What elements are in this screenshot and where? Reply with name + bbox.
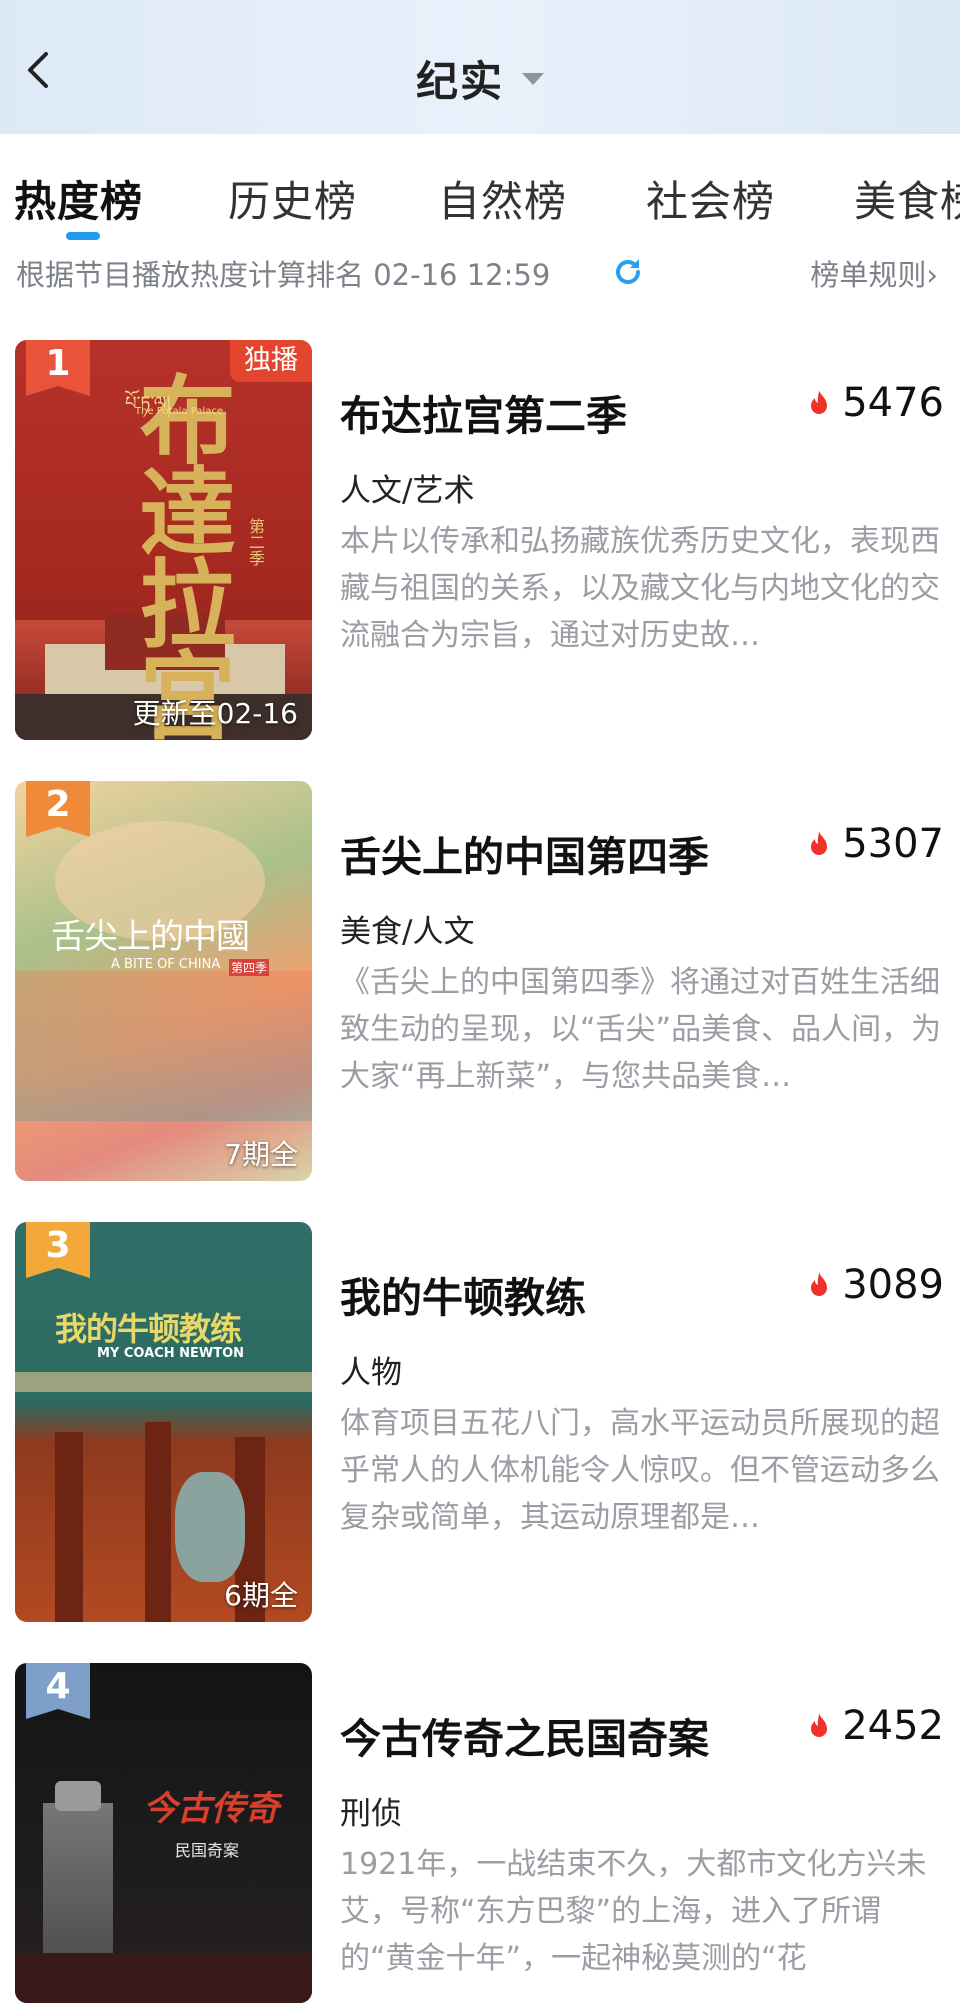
tab-history[interactable]: 历史榜: [228, 168, 357, 229]
item-title[interactable]: 布达拉宫第二季: [340, 382, 627, 442]
refresh-icon: [616, 259, 641, 285]
heat-value: 5307: [842, 821, 944, 867]
rank-number: 1: [45, 343, 71, 384]
ranking-rules-link[interactable]: 榜单规则›: [810, 252, 938, 294]
page-title: 纪实: [415, 57, 504, 106]
poster-season-text: 第二季: [246, 518, 265, 566]
item-description: 《舌尖上的中国第四季》将通过对百姓生活细致生动的呈现，以“舌尖”品美食、品人间，…: [340, 965, 942, 1094]
heat-score: 2452: [806, 1703, 944, 1749]
item-description: 体育项目五花八门，高水平运动员所展现的超乎常人的人体机能令人惊叹。但不管运动多么…: [340, 1406, 940, 1535]
list-item-2[interactable]: 舌尖上的中國 A BITE OF CHINA 第四季 7期全 2 舌尖上的中国第…: [0, 781, 960, 1211]
rank-number: 3: [45, 1225, 71, 1266]
tab-heat[interactable]: 热度榜: [14, 168, 143, 229]
heat-value: 3089: [842, 1262, 944, 1308]
flame-icon: [811, 831, 828, 855]
poster-image[interactable]: 我的牛顿教练 MY COACH NEWTON 6期全: [15, 1222, 312, 1622]
poster-title-art: 舌尖上的中國: [51, 917, 250, 957]
ranking-info-bar: 根据节目播放热度计算排名 02-16 12:59 榜单规则›: [0, 252, 960, 302]
title-selector[interactable]: 纪实: [0, 48, 960, 106]
rank-badge: 2: [26, 781, 90, 837]
poster-image[interactable]: 舌尖上的中國 A BITE OF CHINA 第四季 7期全: [15, 781, 312, 1181]
item-title[interactable]: 今古传奇之民国奇案: [340, 1705, 709, 1765]
flame-icon: [811, 390, 828, 414]
rank-number: 2: [45, 784, 71, 825]
item-genre: 人文/艺术: [340, 473, 475, 509]
heat-score: 5307: [806, 821, 944, 867]
flame-icon: [811, 1713, 828, 1737]
item-genre: 美食/人文: [340, 914, 475, 950]
caret-down-icon: [522, 72, 544, 85]
ranking-note: 根据节目播放热度计算排名 02-16 12:59: [16, 258, 551, 292]
active-tab-indicator: [66, 232, 100, 240]
item-genre: 刑侦: [340, 1796, 402, 1832]
poster-english-text: A BITE OF CHINA: [111, 957, 221, 972]
poster-english-text: The Potala Palace: [135, 406, 223, 417]
item-title[interactable]: 舌尖上的中国第四季: [340, 823, 709, 883]
rank-badge: 1: [26, 340, 90, 396]
heat-score: 5476: [806, 380, 944, 426]
poster-subtitle-text: 民国奇案: [175, 1841, 240, 1860]
rank-number: 4: [45, 1666, 71, 1707]
list-item-1[interactable]: 布達拉宮 པོ་ཏ་ལ། The Potala Palace 第二季 独播 更新…: [0, 340, 960, 770]
rank-badge: 3: [26, 1222, 90, 1278]
tab-food[interactable]: 美食榜: [854, 168, 960, 229]
item-description: 本片以传承和弘扬藏族优秀历史文化，表现西藏与祖国的关系，以及藏文化与内地文化的交…: [340, 524, 940, 653]
list-item-4[interactable]: 今古传奇 民国奇案 4 今古传奇之民国奇案 2452 刑侦 1921年，一战结束…: [0, 1663, 960, 2003]
poster-image[interactable]: 布達拉宮 པོ་ཏ་ལ། The Potala Palace 第二季 独播 更新…: [15, 340, 312, 740]
flame-icon: [811, 1272, 828, 1296]
category-tab-bar: 热度榜 历史榜 自然榜 社会榜 美食榜: [0, 134, 960, 252]
episode-status: 更新至02-16: [132, 697, 298, 730]
tab-nature[interactable]: 自然榜: [438, 168, 567, 229]
top-app-bar: 纪实: [0, 0, 960, 134]
poster-title-art: 今古传奇: [143, 1789, 279, 1829]
poster-english-text: MY COACH NEWTON: [97, 1346, 245, 1361]
item-description: 1921年，一战结束不久，大都市文化方兴未艾，号称“东方巴黎”的上海，进入了所谓…: [340, 1847, 927, 1976]
list-item-3[interactable]: 我的牛顿教练 MY COACH NEWTON 6期全 3 我的牛顿教练 3089…: [0, 1222, 960, 1652]
poster-season-text: 第四季: [229, 959, 270, 976]
tab-society[interactable]: 社会榜: [646, 168, 775, 229]
exclusive-badge: 独播: [230, 340, 312, 382]
heat-value: 2452: [842, 1703, 944, 1749]
item-title[interactable]: 我的牛顿教练: [340, 1264, 586, 1324]
episode-status: 6期全: [224, 1579, 298, 1612]
poster-title-art: 我的牛顿教练: [55, 1310, 242, 1348]
item-genre: 人物: [340, 1355, 402, 1391]
episode-status: 7期全: [224, 1138, 298, 1171]
heat-score: 3089: [806, 1262, 944, 1308]
refresh-button[interactable]: [612, 256, 644, 288]
heat-value: 5476: [842, 380, 944, 426]
rank-badge: 4: [26, 1663, 90, 1719]
